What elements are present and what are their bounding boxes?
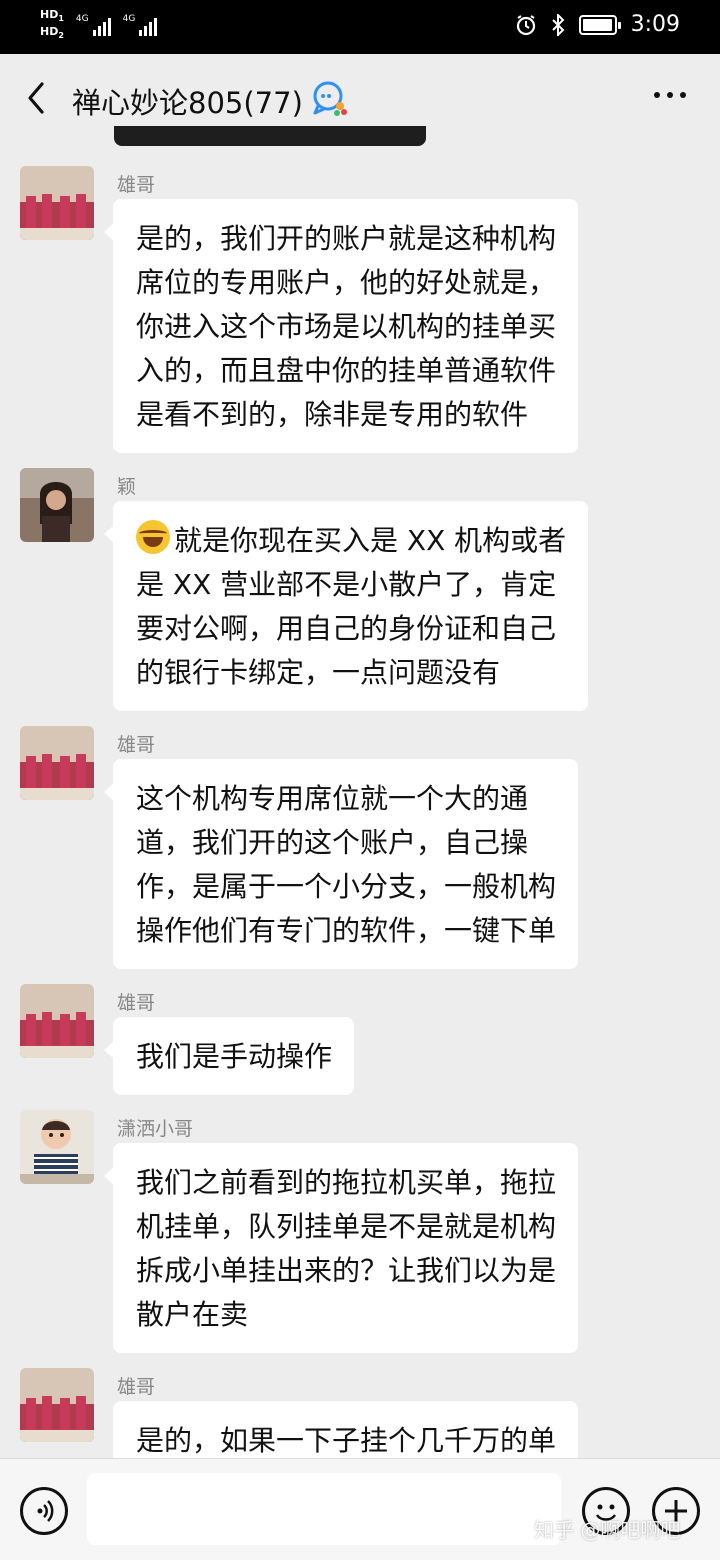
sender-name: 雄哥 bbox=[117, 174, 156, 196]
bluetooth-icon bbox=[551, 13, 565, 36]
voice-input-button[interactable] bbox=[20, 1487, 68, 1535]
status-bar: HD1 HD2 4G 4G 3:09 bbox=[0, 0, 720, 54]
sender-name: 雄哥 bbox=[117, 734, 156, 756]
avatar[interactable] bbox=[20, 1110, 94, 1184]
signal-1-icon: 4G bbox=[76, 14, 111, 37]
avatar[interactable] bbox=[20, 1368, 94, 1442]
message-bubble[interactable]: 这个机构专用席位就一个大的通 道，我们开的这个账户，自己操 作，是属于一个小分支… bbox=[103, 759, 579, 969]
back-arrow-icon[interactable] bbox=[22, 80, 52, 116]
signal-2-icon: 4G bbox=[123, 14, 158, 37]
more-options-button[interactable] bbox=[654, 92, 686, 98]
sender-name: 雄哥 bbox=[117, 992, 156, 1014]
avatar[interactable] bbox=[20, 726, 94, 800]
message-input[interactable] bbox=[87, 1473, 561, 1545]
sender-name: 颖 bbox=[117, 476, 137, 498]
watermark: 知乎 @啊吧啊吧 bbox=[534, 1518, 681, 1542]
avatar[interactable] bbox=[20, 468, 94, 542]
chat-title: 禅心妙论805(77) bbox=[72, 86, 303, 120]
message-bubble[interactable]: 就是你现在买入是 XX 机构或者 是 XX 营业部不是小散户了，肯定 要对公啊，… bbox=[103, 501, 589, 711]
avatar[interactable] bbox=[20, 166, 94, 240]
group-chat-badge-icon bbox=[313, 81, 347, 116]
input-bar bbox=[0, 1458, 720, 1560]
sender-name: 雄哥 bbox=[117, 1376, 156, 1398]
clock: 3:09 bbox=[630, 12, 680, 37]
battery-icon bbox=[578, 14, 621, 35]
sender-name: 潇洒小哥 bbox=[117, 1118, 194, 1140]
network-indicator: HD1 HD2 bbox=[40, 8, 64, 41]
cropped-message bbox=[114, 126, 426, 146]
message-bubble[interactable]: 是的，我们开的账户就是这种机构 席位的专用账户，他的好处就是， 你进入这个市场是… bbox=[103, 199, 579, 453]
laughing-tears-emoji-icon bbox=[136, 520, 170, 554]
message-bubble[interactable]: 我们之前看到的拖拉机买单，拖拉 机挂单，队列挂单是不是就是机构 拆成小单挂出来的… bbox=[103, 1143, 579, 1353]
message-bubble[interactable]: 我们是手动操作 bbox=[103, 1017, 355, 1095]
alarm-icon bbox=[516, 14, 535, 35]
avatar[interactable] bbox=[20, 984, 94, 1058]
voice-icon bbox=[37, 1500, 54, 1522]
